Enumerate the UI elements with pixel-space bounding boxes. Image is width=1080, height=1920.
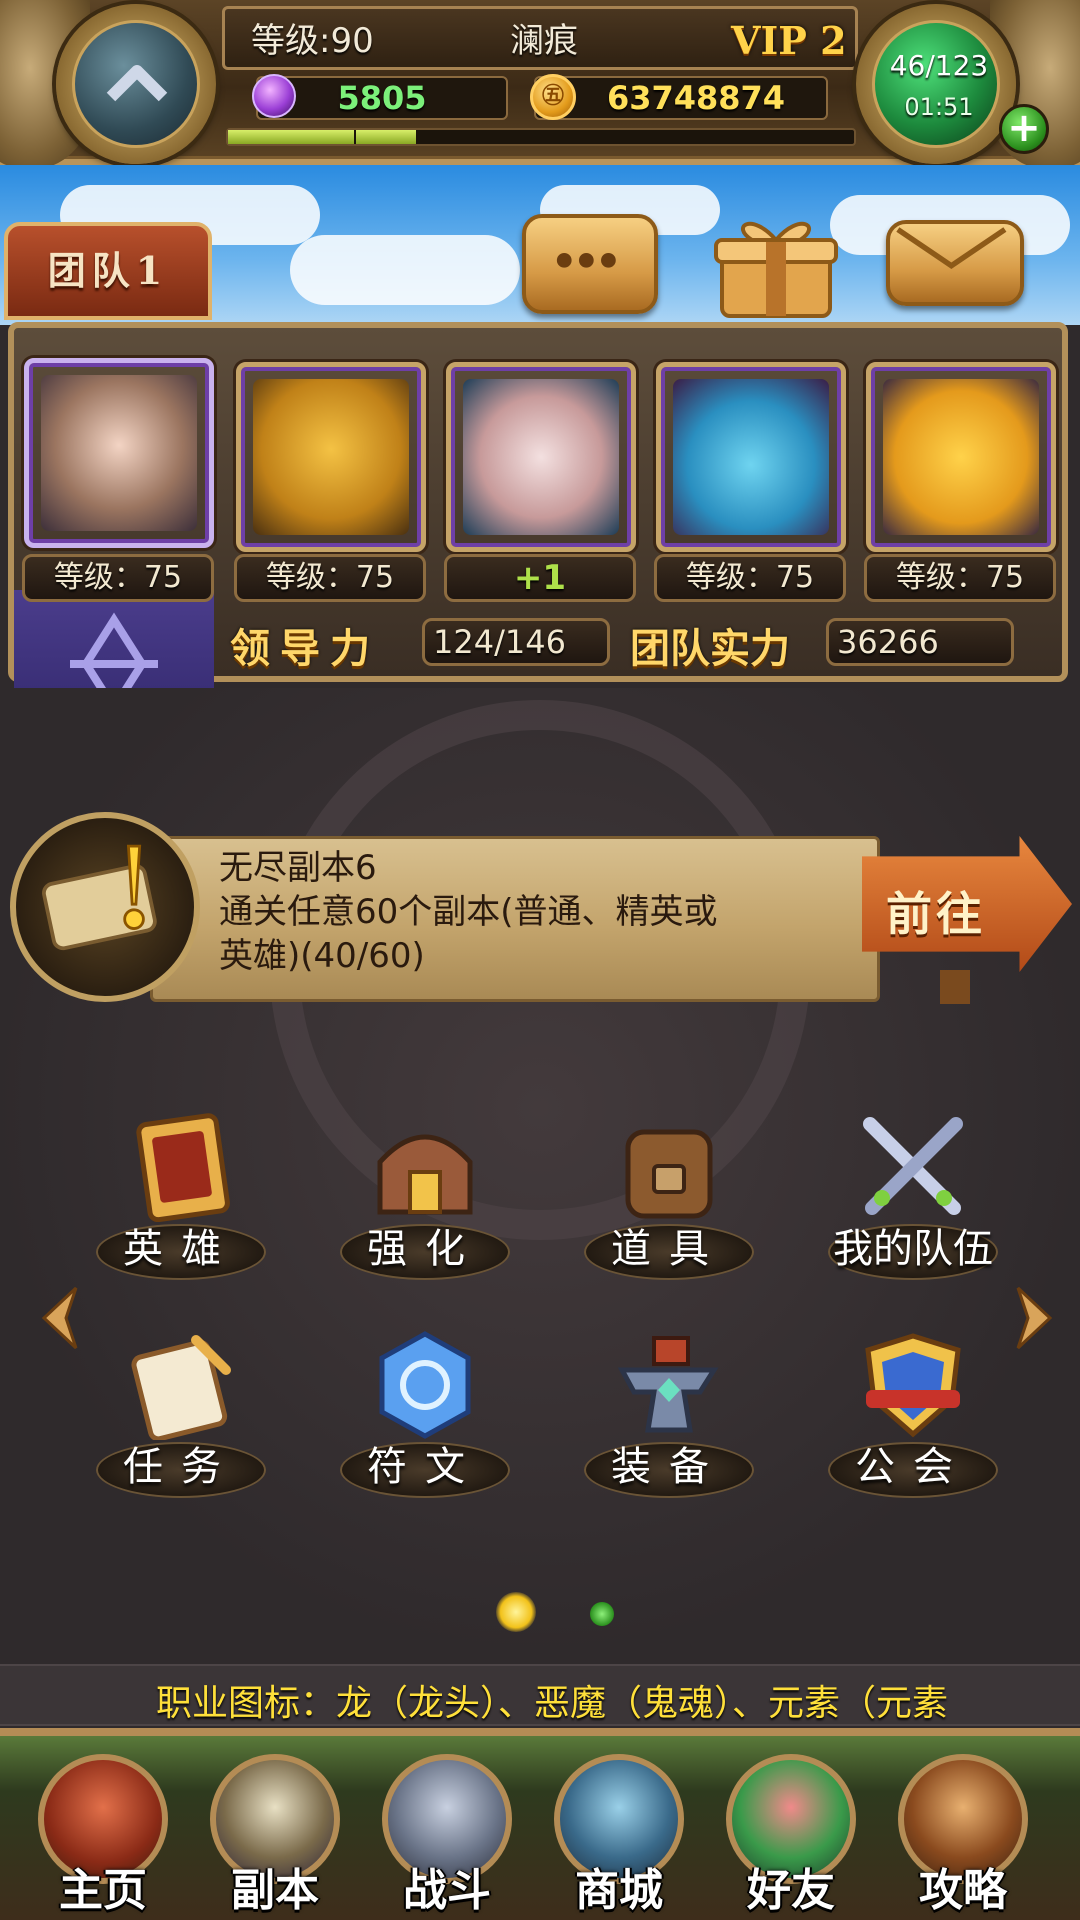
menu-quests[interactable]: 任务 — [86, 1330, 276, 1520]
hero-level-2: 等级：75 — [234, 554, 426, 602]
hero-level-4: 等级：75 — [654, 554, 846, 602]
quest-title: 无尽副本6 — [219, 848, 377, 888]
quest-banner[interactable]: 无尽副本6 通关任意60个副本(普通、精英或 英雄)(40/60) — [150, 836, 880, 1002]
menu-my-team[interactable]: 我的队伍 — [818, 1112, 1008, 1302]
orb-glass — [72, 20, 200, 148]
add-energy-button[interactable]: + — [999, 104, 1049, 154]
xp-segment — [732, 130, 734, 144]
hero-slot-3[interactable] — [446, 362, 636, 552]
hero-portrait-vampire — [673, 379, 829, 535]
cloud — [290, 235, 520, 305]
xp-segment — [354, 130, 356, 144]
nav-label-dungeon: 副本 — [231, 1865, 319, 1916]
quest-desc-line1: 通关任意60个副本(普通、精英或 — [219, 892, 718, 932]
leadership-label: 领导力 — [230, 625, 380, 672]
hero-slot-5[interactable] — [866, 362, 1056, 552]
collapse-orb-button[interactable] — [56, 4, 216, 164]
chat-bubble-icon — [556, 252, 616, 268]
go-button-label: 前往 — [886, 887, 986, 941]
energy-orb: 46/123 01:51 — [856, 4, 1016, 164]
quest-desc-line2: 英雄)(40/60) — [219, 936, 425, 976]
quest-scroll-icon — [10, 812, 200, 1002]
menu-label-heroes: 英雄 — [123, 1226, 239, 1272]
xp-segment — [480, 130, 482, 144]
hero-portrait-elf — [41, 375, 197, 531]
chevron-up-icon — [106, 65, 168, 102]
menu-heroes[interactable]: 英雄 — [86, 1112, 276, 1302]
nav-battle[interactable]: 战斗 — [362, 1736, 532, 1920]
menu-label-guild: 公会 — [855, 1444, 971, 1490]
xp-bar — [226, 128, 856, 146]
nav-label-guide: 攻略 — [919, 1865, 1007, 1916]
nav-label-battle: 战斗 — [403, 1865, 491, 1916]
chat-button[interactable] — [522, 214, 658, 314]
team-power-value: 36266 — [826, 618, 1014, 666]
hero-level-5: 等级：75 — [864, 554, 1056, 602]
nav-guide[interactable]: 攻略 — [878, 1736, 1048, 1920]
menu-label-runes: 符文 — [367, 1444, 483, 1490]
leadership-value: 124/146 — [422, 618, 610, 666]
menu-label-my-team: 我的队伍 — [833, 1226, 993, 1272]
gift-button[interactable] — [712, 212, 840, 320]
hero-portrait-treant — [253, 379, 409, 535]
ticker-text: 职业图标：龙（龙头）、恶魔（鬼魂）、元素（元素 — [156, 1683, 949, 1724]
hero-portrait-creature — [883, 379, 1039, 535]
xp-bar-fill — [228, 130, 416, 144]
forge-icon — [377, 1134, 473, 1215]
nav-label-friends: 好友 — [747, 1865, 835, 1916]
team-power-label: 团队实力 — [630, 625, 790, 672]
nav-friends[interactable]: 好友 — [706, 1736, 876, 1920]
nav-label-home: 主页 — [59, 1865, 147, 1916]
page-indicator-active[interactable] — [496, 1592, 536, 1632]
vip-badge[interactable]: VIP 2 — [731, 9, 847, 73]
hero-slot-2[interactable] — [236, 362, 426, 552]
guild-shield-icon — [865, 1333, 961, 1438]
nav-home[interactable]: 主页 — [18, 1736, 188, 1920]
anvil-icon — [617, 1336, 719, 1433]
page-right-arrow-icon[interactable] — [1014, 1286, 1054, 1350]
rune-gem-icon — [379, 1331, 471, 1439]
menu-label-quests: 任务 — [123, 1444, 239, 1490]
hero-level-1: 等级：75 — [22, 554, 214, 602]
hero-slot-4[interactable] — [656, 362, 846, 552]
energy-timer: 01:51 — [904, 93, 974, 121]
menu-label-items: 道具 — [611, 1226, 727, 1272]
quest-scroll-menu-icon — [131, 1335, 231, 1440]
gift-icon — [714, 221, 838, 318]
gold-counter[interactable]: 63748874 — [534, 76, 828, 120]
nav-shop[interactable]: 商城 — [534, 1736, 704, 1920]
page-left-arrow-icon[interactable] — [40, 1286, 80, 1350]
team-tab[interactable]: 团队1 — [4, 222, 212, 320]
mail-button[interactable] — [886, 220, 1024, 306]
crossed-swords-icon — [863, 1117, 963, 1215]
nav-label-shop: 商城 — [575, 1865, 663, 1916]
player-level: 等级:90 — [251, 21, 374, 61]
energy-value: 46/123 — [889, 49, 989, 82]
backpack-icon — [625, 1129, 713, 1219]
menu-items[interactable]: 道具 — [574, 1112, 764, 1302]
xp-segment — [606, 130, 608, 144]
menu-guild[interactable]: 公会 — [818, 1330, 1008, 1520]
gold-coin-icon: ㊄ — [530, 74, 576, 120]
page-indicator-inactive[interactable] — [590, 1602, 614, 1626]
menu-equipment[interactable]: 装备 — [574, 1330, 764, 1520]
menu-label-enhance: 强化 — [367, 1226, 483, 1272]
menu-runes[interactable]: 符文 — [330, 1330, 520, 1520]
menu-enhance[interactable]: 强化 — [330, 1112, 520, 1302]
player-info-panel: 等级:90 澜痕 VIP 2 — [222, 6, 858, 70]
menu-label-equipment: 装备 — [611, 1444, 727, 1490]
hero-level-3: +1 — [444, 554, 636, 602]
player-name: 澜痕 — [510, 21, 578, 61]
nav-dungeon[interactable]: 副本 — [190, 1736, 360, 1920]
scroll-exclamation-icon — [42, 844, 157, 951]
gold-amount: 63748874 — [606, 79, 786, 117]
hero-slot-1[interactable] — [24, 358, 214, 548]
energy-orb-glass: 46/123 01:51 — [872, 20, 1000, 148]
gem-icon — [252, 74, 296, 118]
hero-card-icon — [136, 1113, 230, 1222]
hero-portrait-pig — [463, 379, 619, 535]
signpost — [940, 970, 970, 1004]
envelope-icon — [896, 227, 1007, 270]
announcement-ticker: 职业图标：龙（龙头）、恶魔（鬼魂）、元素（元素 — [0, 1664, 1080, 1726]
